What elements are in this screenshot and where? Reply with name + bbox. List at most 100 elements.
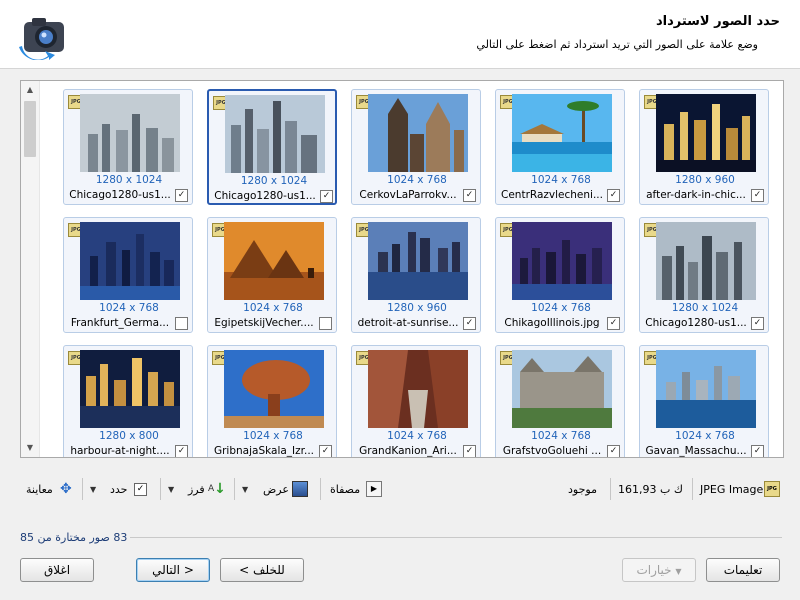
select-all-checkbox[interactable]: ✓	[134, 479, 147, 499]
image-preview	[224, 222, 324, 300]
camera-recovery-logo	[19, 18, 64, 60]
thumbnail-item[interactable]: JPG 1024 x 768 Gavan_Massachu... ✓	[639, 345, 769, 457]
toolbar-separator	[692, 478, 693, 500]
select-checkbox[interactable]: ✓	[320, 190, 333, 203]
file-size-label: 161,93 ك ب	[618, 482, 683, 496]
filter-button[interactable]: ▶	[366, 479, 382, 499]
bottom-toolbar: JPG JPEG Image 161,93 ك ب موجود ▶ مصفاة …	[20, 474, 782, 504]
image-preview	[512, 94, 612, 172]
image-dimensions: 1024 x 768	[243, 302, 303, 314]
select-checkbox[interactable]: ✓	[751, 445, 764, 457]
options-button[interactable]: خيارات ▼	[622, 558, 696, 582]
image-dimensions: 1024 x 768	[531, 174, 591, 186]
toolbar-separator	[610, 478, 611, 500]
thumbnail-item[interactable]: JPG 1280 x 1024 Chicago1280-us1... ✓	[639, 217, 769, 333]
select-checkbox[interactable]: ✓	[607, 317, 620, 330]
file-name: GrafstvoGoluehi ...	[502, 445, 602, 457]
file-name: Chicago1280-us1...	[69, 189, 171, 201]
file-name: harbour-at-night....	[70, 445, 170, 457]
preview-button[interactable]: ✥	[60, 479, 72, 499]
select-checkbox[interactable]: ✓	[175, 189, 188, 202]
select-checkbox[interactable]	[319, 317, 332, 330]
thumbnail-item[interactable]: JPG 1024 x 768 ChikagoIllinois.jpg ✓	[495, 217, 625, 333]
image-dimensions: 1024 x 768	[531, 302, 591, 314]
toolbar-separator	[82, 478, 83, 500]
thumbnail-item[interactable]: JPG 1024 x 768 CentrRazvlecheni... ✓	[495, 89, 625, 205]
view-dropdown-icon[interactable]: ▼	[242, 479, 248, 499]
filter-label[interactable]: مصفاة	[330, 479, 360, 499]
thumbnail-item[interactable]: JPG 1280 x 960 detroit-at-sunrise... ✓	[351, 217, 481, 333]
image-preview	[80, 94, 180, 172]
scroll-up-icon[interactable]: ▲	[21, 81, 39, 99]
select-checkbox[interactable]: ✓	[607, 189, 620, 202]
wizard-header: حدد الصور لاسترداد وضع علامة على الصور ا…	[0, 0, 800, 69]
sort-label[interactable]: فرز	[188, 479, 205, 499]
page-title: حدد الصور لاسترداد	[655, 14, 780, 29]
select-checkbox[interactable]: ✓	[319, 445, 332, 457]
image-preview	[368, 222, 468, 300]
file-name: CentrRazvlecheni...	[501, 189, 603, 201]
image-dimensions: 1280 x 800	[99, 430, 159, 442]
back-button[interactable]: < للخلف	[220, 558, 304, 582]
image-preview	[656, 222, 756, 300]
options-dropdown-icon: ▼	[675, 567, 682, 576]
image-preview	[512, 222, 612, 300]
sort-arrow-icon: ↓	[214, 481, 226, 497]
image-dimensions: 1280 x 960	[387, 302, 447, 314]
image-dimensions: 1024 x 768	[675, 430, 735, 442]
select-label[interactable]: حدد	[110, 479, 127, 499]
image-preview	[656, 350, 756, 428]
select-checkbox[interactable]: ✓	[463, 445, 476, 457]
thumbnail-item[interactable]: JPG 1024 x 768 CerkovLaParrokv... ✓	[351, 89, 481, 205]
select-checkbox[interactable]: ✓	[607, 445, 620, 457]
toolbar-separator	[160, 478, 161, 500]
select-checkbox[interactable]: ✓	[463, 189, 476, 202]
page-subtitle: وضع علامة على الصور التي تريد استرداد ثم…	[476, 38, 758, 51]
scroll-down-icon[interactable]: ▼	[21, 439, 39, 457]
view-label[interactable]: عرض	[263, 479, 289, 499]
preview-label[interactable]: معاينة	[26, 479, 53, 499]
file-type-label: JPEG Image	[700, 482, 764, 496]
select-checkbox[interactable]: ✓	[175, 445, 188, 457]
file-name: Chicago1280-us1...	[214, 190, 316, 202]
image-preview	[224, 350, 324, 428]
view-thumbnails-icon	[292, 481, 308, 497]
image-preview	[368, 350, 468, 428]
file-name: ChikagoIllinois.jpg	[504, 317, 600, 329]
file-name: Gavan_Massachu...	[645, 445, 747, 457]
view-button[interactable]	[292, 479, 308, 499]
toolbar-separator	[320, 478, 321, 500]
select-checkbox[interactable]: ✓	[751, 189, 764, 202]
thumbnail-item[interactable]: JPG 1280 x 1024 Chicago1280-us1... ✓	[207, 89, 337, 205]
next-button[interactable]: التالي >	[136, 558, 210, 582]
help-button[interactable]: تعليمات	[706, 558, 780, 582]
thumbnail-item[interactable]: JPG 1024 x 768 GrandKanion_Ari... ✓	[351, 345, 481, 457]
select-checkbox[interactable]: ✓	[751, 317, 764, 330]
thumbnail-item[interactable]: JPG 1280 x 800 harbour-at-night.... ✓	[63, 345, 193, 457]
image-dimensions: 1024 x 768	[387, 430, 447, 442]
file-name: after-dark-in-chic...	[646, 189, 746, 201]
close-button[interactable]: اغلاق	[20, 558, 94, 582]
options-label: خيارات	[636, 563, 672, 577]
sort-dropdown-icon[interactable]: ▼	[168, 479, 174, 499]
thumbnail-item[interactable]: JPG 1024 x 768 EgipetskijVecher....	[207, 217, 337, 333]
image-preview	[80, 350, 180, 428]
thumbnail-item[interactable]: JPG 1280 x 960 after-dark-in-chic... ✓	[639, 89, 769, 205]
thumbnail-item[interactable]: JPG 1024 x 768 Frankfurt_Germa...	[63, 217, 193, 333]
file-name: EgipetskijVecher....	[214, 317, 314, 329]
image-dimensions: 1024 x 768	[99, 302, 159, 314]
image-preview	[80, 222, 180, 300]
thumbnail-item[interactable]: JPG 1024 x 768 GribnajaSkala_Izr... ✓	[207, 345, 337, 457]
thumbnail-item[interactable]: JPG 1024 x 768 GrafstvoGoluehi ... ✓	[495, 345, 625, 457]
select-checkbox[interactable]	[175, 317, 188, 330]
image-dimensions: 1024 x 768	[531, 430, 591, 442]
select-dropdown-icon[interactable]: ▼	[90, 479, 96, 499]
thumbnail-item[interactable]: JPG 1280 x 1024 Chicago1280-us1... ✓	[63, 89, 193, 205]
select-checkbox[interactable]: ✓	[463, 317, 476, 330]
vertical-scrollbar[interactable]: ▲ ▼	[21, 81, 40, 457]
image-dimensions: 1280 x 1024	[240, 175, 308, 187]
sort-button[interactable]: A ↓	[208, 479, 226, 499]
thumbnail-grid[interactable]: ▲ ▼ JPG 1280 x 960 after-dark-in-chic...…	[20, 80, 784, 458]
scrollbar-thumb[interactable]	[24, 101, 36, 157]
file-name: GrandKanion_Ari...	[359, 445, 457, 457]
